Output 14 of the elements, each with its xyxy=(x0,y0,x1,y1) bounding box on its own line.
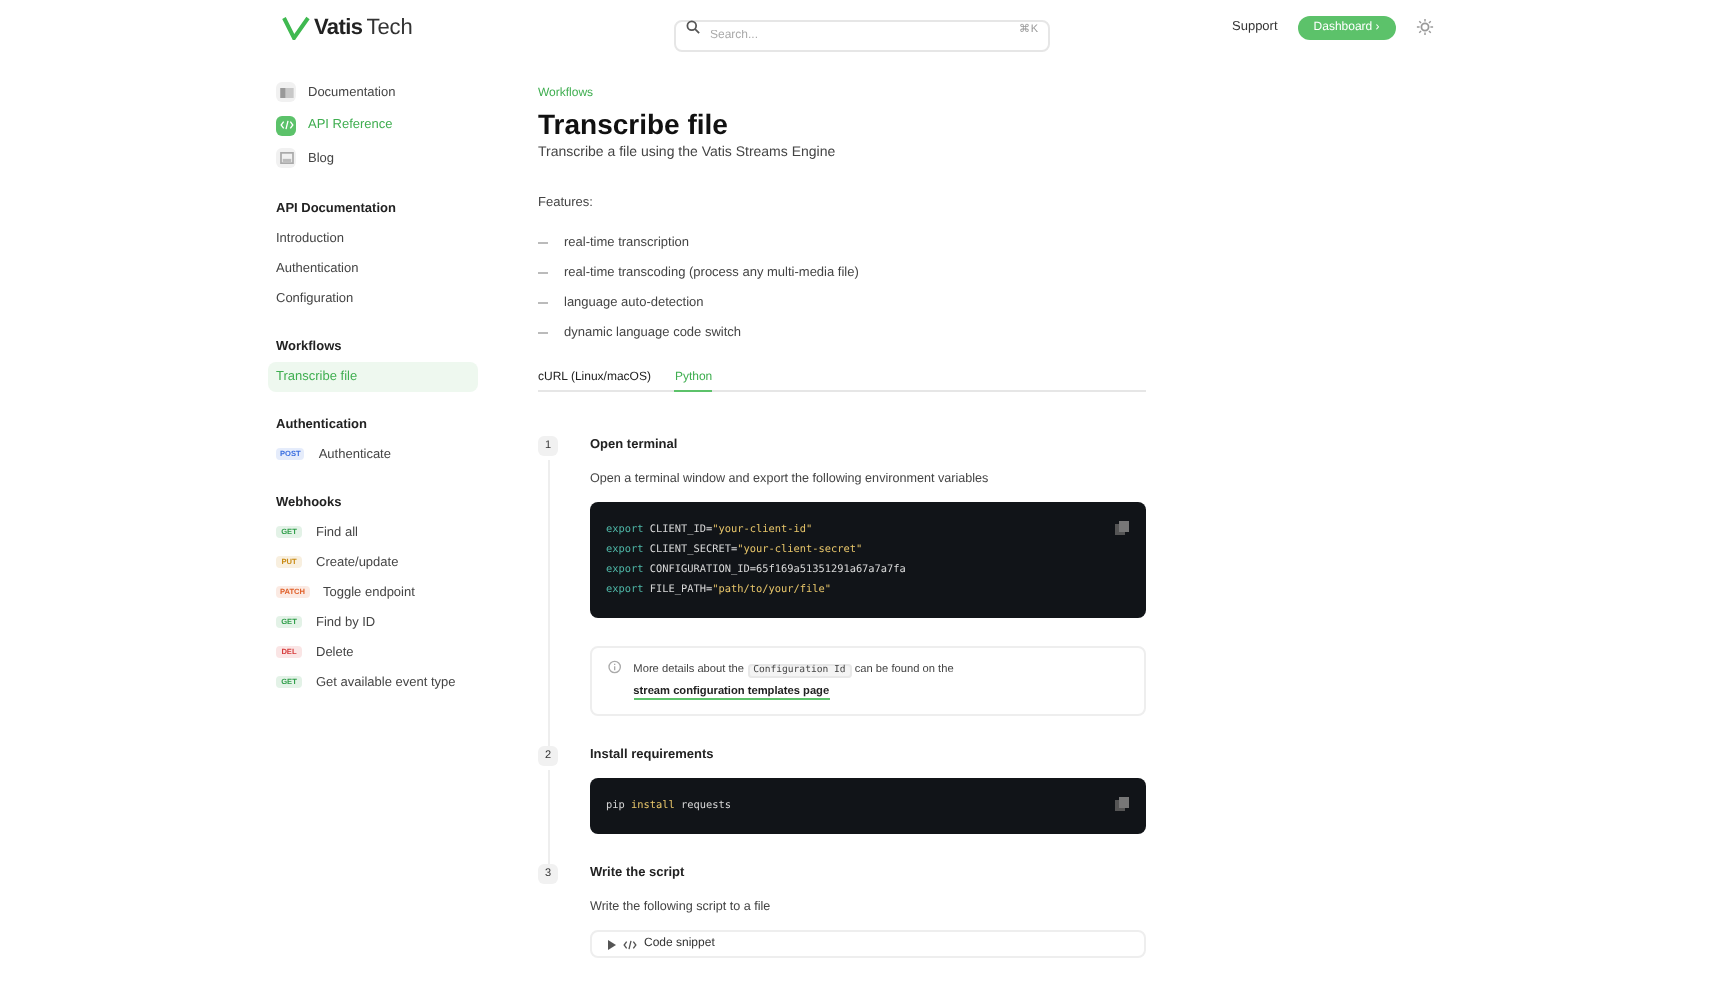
theme-toggle-icon[interactable] xyxy=(1415,18,1434,36)
book-icon xyxy=(276,82,296,103)
code-icon xyxy=(622,939,638,949)
newspaper-icon xyxy=(276,148,296,169)
caret-icon xyxy=(608,939,616,949)
copy-icon[interactable] xyxy=(1114,796,1130,812)
brand-name: Vatis xyxy=(314,15,363,39)
info-icon xyxy=(608,660,622,674)
search-icon xyxy=(686,20,700,34)
brand-suffix: Tech xyxy=(366,15,413,39)
page-title: Transcribe file xyxy=(538,108,730,140)
logo-icon xyxy=(282,15,310,39)
copy-icon[interactable] xyxy=(1114,520,1130,536)
code-icon xyxy=(276,115,296,136)
